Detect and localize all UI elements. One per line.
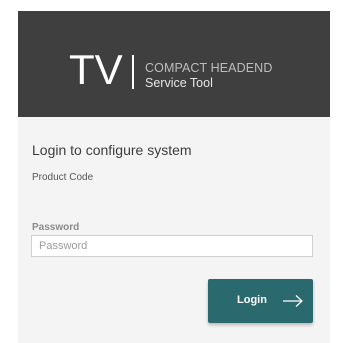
- login-panel: TV COMPACT HEADEND Service Tool Login to…: [18, 11, 330, 343]
- login-title: Login to configure system: [32, 142, 192, 158]
- brand-subtitle: Service Tool: [145, 76, 213, 90]
- login-button-label: Login: [237, 294, 267, 306]
- product-code-label: Product Code: [32, 172, 94, 183]
- arrow-right-icon: [283, 295, 303, 307]
- brand-divider: [132, 55, 134, 89]
- brand-name: COMPACT HEADEND: [145, 61, 273, 75]
- password-label: Password: [32, 222, 80, 233]
- login-button[interactable]: Login: [208, 279, 313, 323]
- brand-text: COMPACT HEADEND Service Tool: [145, 61, 272, 91]
- brand-logo: TV: [69, 46, 123, 93]
- header-banner: TV COMPACT HEADEND Service Tool: [18, 11, 330, 117]
- password-field[interactable]: [31, 235, 313, 257]
